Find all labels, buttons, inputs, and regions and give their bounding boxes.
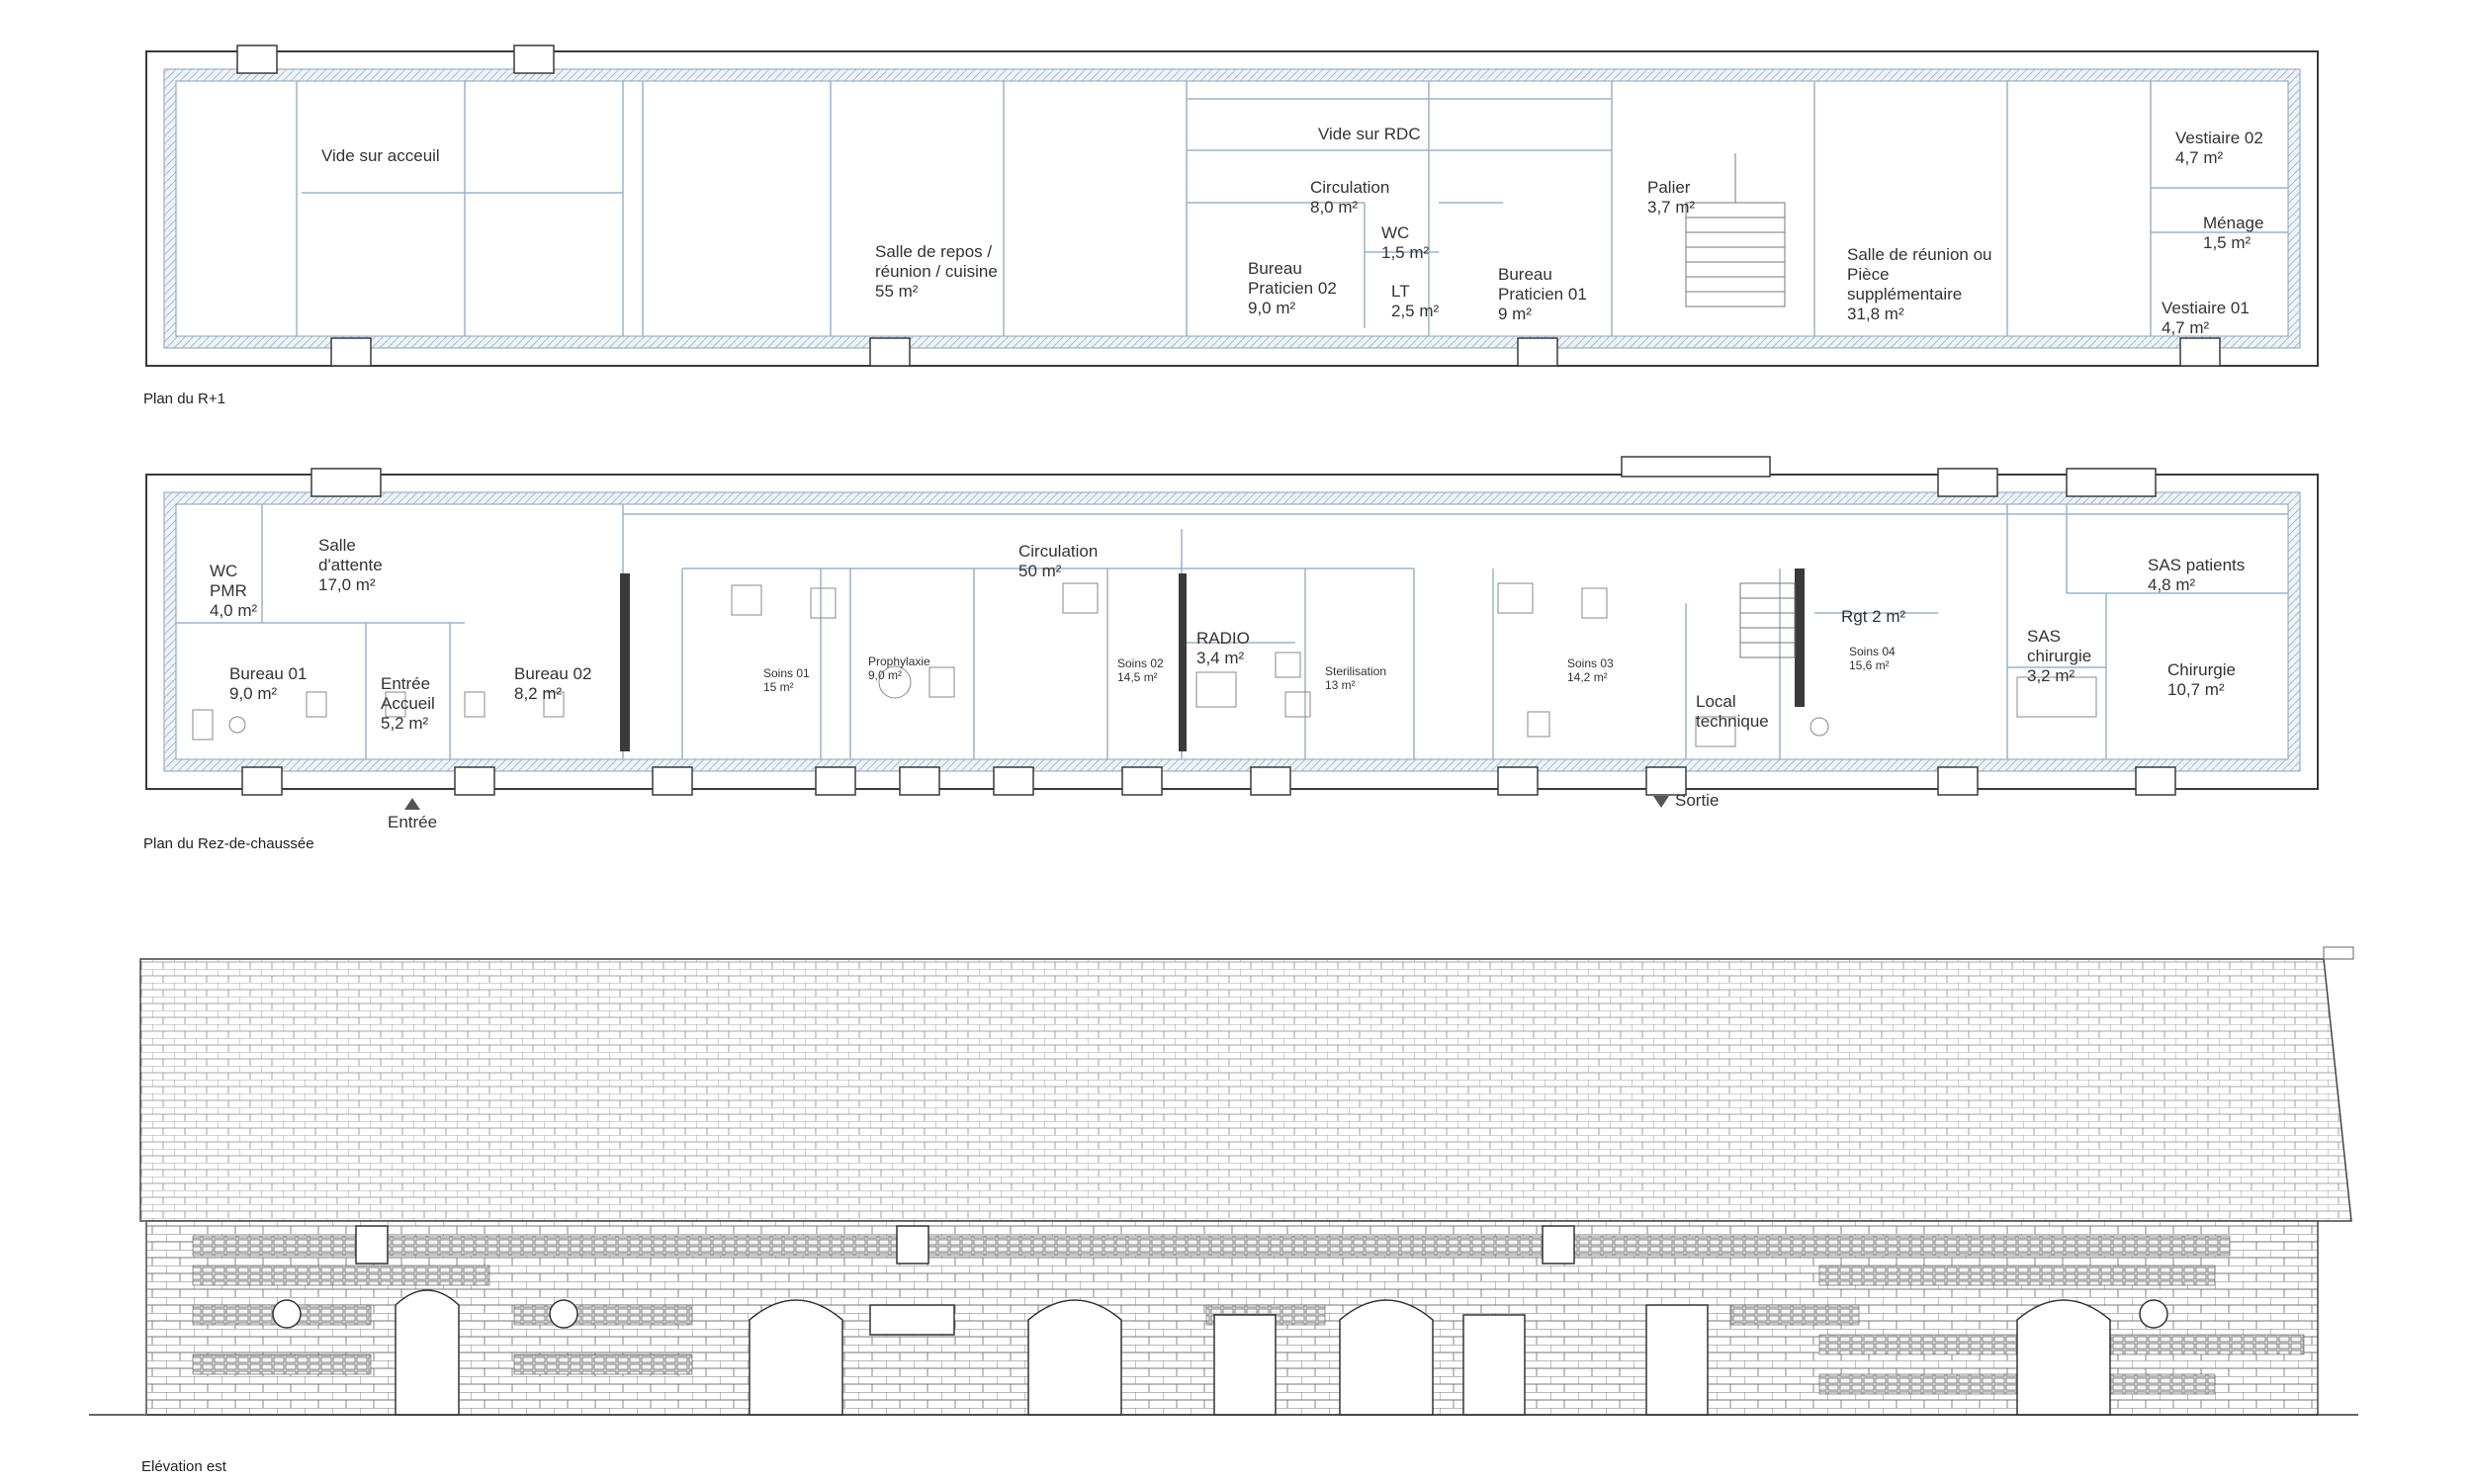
room-label-menage: Ménage 1,5 m² <box>2203 214 2264 252</box>
room-label-soins-01: Soins 01 15 m² <box>763 666 810 694</box>
room-label-sas-patients: SAS patients 4,8 m² <box>2148 556 2246 594</box>
room-label-salle-attente: Salle d'attente 17,0 m² <box>318 536 383 594</box>
room-label-rgt: Rgt 2 m² <box>1841 607 1906 626</box>
room-label-vestiaire-02: Vestiaire 02 4,7 m² <box>2175 129 2263 167</box>
room-label-wc-pmr: WC PMR 4,0 m² <box>210 562 258 620</box>
room-label-sas-chirurgie: SAS chirurgie 3,2 m² <box>2027 627 2092 685</box>
room-label-bureau-02: Bureau 02 8,2 m² <box>514 664 592 703</box>
upper-plan-caption: Plan du R+1 <box>143 391 225 407</box>
exit-label: Sortie <box>1675 791 1720 810</box>
east-elevation <box>89 946 2358 1416</box>
elevation-caption: Elévation est <box>141 1458 227 1475</box>
room-label-salle-reunion: Salle de réunion ou Pièce supplémentaire… <box>1847 245 1992 323</box>
architectural-drawing-sheet: Plan du R+1 Plan du Rez-de-chaussée Elév… <box>89 44 2358 1475</box>
room-label-salle-repos: Salle de repos / réunion / cuisine 55 m² <box>875 242 998 301</box>
room-label-radio: RADIO 3,4 m² <box>1196 629 1250 667</box>
room-label-entree-accueil: Entrée Accueil 5,2 m² <box>381 674 435 733</box>
entrance-label: Entrée <box>388 813 438 831</box>
exit-triangle-icon <box>1653 795 1669 808</box>
room-label-sterilisation: Sterilisation 13 m² <box>1325 664 1387 692</box>
upper-floor-plan <box>145 44 2319 367</box>
room-label-chirurgie: Chirurgie 10,7 m² <box>2167 660 2236 699</box>
room-label-palier: Palier 3,7 m² <box>1647 178 1696 217</box>
room-label-lt: LT 2,5 m² <box>1391 282 1440 320</box>
room-label-circulation-rdc: Circulation 50 m² <box>1018 542 1099 580</box>
entrance-triangle-icon <box>404 797 420 810</box>
room-label-prophylaxie: Prophylaxie 9,0 m² <box>868 655 930 682</box>
room-label-bureau-praticien-02: Bureau Praticien 02 9,0 m² <box>1248 259 1337 317</box>
room-label-bureau-01: Bureau 01 9,0 m² <box>229 664 308 703</box>
entrance-marker: Entrée <box>388 793 437 832</box>
exit-marker: Sortie <box>1653 791 1719 811</box>
room-label-vestiaire-01: Vestiaire 01 4,7 m² <box>2162 299 2250 337</box>
ground-plan-caption: Plan du Rez-de-chaussée <box>143 835 314 852</box>
room-label-vide-rdc: Vide sur RDC <box>1318 125 1421 143</box>
room-label-soins-03: Soins 03 14,2 m² <box>1567 656 1614 684</box>
room-label-local-technique: Local technique <box>1696 692 1769 731</box>
room-label-wc-r1: WC 1,5 m² <box>1381 223 1430 262</box>
room-label-circulation-r1: Circulation 8,0 m² <box>1310 178 1390 217</box>
room-label-soins-02: Soins 02 14,5 m² <box>1117 656 1164 684</box>
room-label-vide-accueil: Vide sur acceuil <box>321 146 440 165</box>
room-label-bureau-praticien-01: Bureau Praticien 01 9 m² <box>1498 265 1587 323</box>
room-label-soins-04: Soins 04 15,6 m² <box>1849 645 1896 672</box>
